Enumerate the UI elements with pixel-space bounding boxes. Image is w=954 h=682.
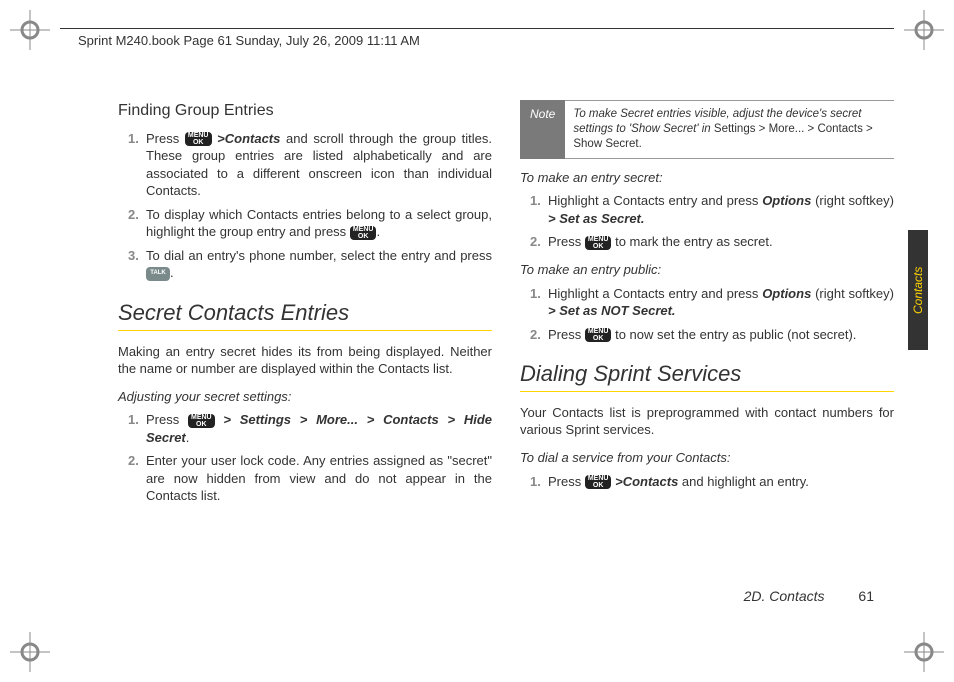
subheading: To make an entry secret: [520, 169, 894, 187]
list-number: 1. [128, 411, 146, 446]
list-item: 1. Press MENUOK > Settings > More... > C… [128, 411, 492, 446]
heading-secret-contacts: Secret Contacts Entries [118, 298, 492, 328]
list-item: 1. Highlight a Contacts entry and press … [530, 285, 894, 320]
subheading: To dial a service from your Contacts: [520, 449, 894, 467]
list-number: 3. [128, 247, 146, 282]
menu-ok-key-icon: MENUOK [585, 236, 612, 250]
list-item: 2. Press MENUOK to mark the entry as sec… [530, 233, 894, 251]
note-body: To make Secret entries visible, adjust t… [565, 100, 894, 159]
dial-service-list: 1. Press MENUOK >Contacts and highlight … [530, 473, 894, 491]
list-number: 1. [128, 130, 146, 200]
crop-mark-icon [904, 10, 944, 50]
secret-settings-list: 1. Press MENUOK > Settings > More... > C… [128, 411, 492, 505]
list-body: Press MENUOK to now set the entry as pub… [548, 326, 894, 344]
page-footer: 2D. Contacts 61 [744, 588, 874, 604]
heading-rule [118, 330, 492, 331]
right-column: Note To make Secret entries visible, adj… [520, 100, 894, 622]
list-body: To display which Contacts entries belong… [146, 206, 492, 241]
list-body: Press MENUOK >Contacts and highlight an … [548, 473, 894, 491]
talk-key-icon: TALK [146, 267, 170, 281]
list-item: 1. Press MENUOK >Contacts and scroll thr… [128, 130, 492, 200]
finding-group-list: 1. Press MENUOK >Contacts and scroll thr… [128, 130, 492, 282]
list-item: 1. Press MENUOK >Contacts and highlight … [530, 473, 894, 491]
list-item: 2. Enter your user lock code. Any entrie… [128, 452, 492, 505]
header-rule [60, 28, 894, 29]
page-content: Finding Group Entries 1. Press MENUOK >C… [118, 100, 894, 622]
heading-rule [520, 391, 894, 392]
list-number: 2. [128, 452, 146, 505]
list-item: 2. Press MENUOK to now set the entry as … [530, 326, 894, 344]
make-secret-list: 1. Highlight a Contacts entry and press … [530, 192, 894, 251]
list-item: 2. To display which Contacts entries bel… [128, 206, 492, 241]
menu-ok-key-icon: MENUOK [185, 132, 212, 146]
crop-mark-icon [10, 632, 50, 672]
menu-ok-key-icon: MENUOK [585, 475, 612, 489]
list-body: Press MENUOK >Contacts and scroll throug… [146, 130, 492, 200]
crop-mark-icon [904, 632, 944, 672]
list-item: 3. To dial an entry's phone number, sele… [128, 247, 492, 282]
subheading: To make an entry public: [520, 261, 894, 279]
make-public-list: 1. Highlight a Contacts entry and press … [530, 285, 894, 344]
note-box: Note To make Secret entries visible, adj… [520, 100, 894, 159]
list-number: 2. [530, 326, 548, 344]
section-tab: Contacts [908, 230, 928, 350]
menu-ok-key-icon: MENUOK [585, 328, 612, 342]
paragraph: Making an entry secret hides its from be… [118, 343, 492, 378]
list-body: Press MENUOK > Settings > More... > Cont… [146, 411, 492, 446]
subheading: Adjusting your secret settings: [118, 388, 492, 406]
menu-ok-key-icon: MENUOK [350, 226, 377, 240]
list-body: Enter your user lock code. Any entries a… [146, 452, 492, 505]
list-body: Highlight a Contacts entry and press Opt… [548, 285, 894, 320]
list-number: 1. [530, 192, 548, 227]
menu-ok-key-icon: MENUOK [188, 414, 215, 428]
left-column: Finding Group Entries 1. Press MENUOK >C… [118, 100, 492, 622]
list-item: 1. Highlight a Contacts entry and press … [530, 192, 894, 227]
list-number: 1. [530, 285, 548, 320]
list-body: Press MENUOK to mark the entry as secret… [548, 233, 894, 251]
paragraph: Your Contacts list is preprogrammed with… [520, 404, 894, 439]
list-body: To dial an entry's phone number, select … [146, 247, 492, 282]
book-header-line: Sprint M240.book Page 61 Sunday, July 26… [78, 33, 420, 48]
list-number: 2. [530, 233, 548, 251]
crop-mark-icon [10, 10, 50, 50]
heading-finding-group: Finding Group Entries [118, 100, 492, 122]
list-number: 1. [530, 473, 548, 491]
note-label: Note [520, 100, 565, 159]
list-number: 2. [128, 206, 146, 241]
footer-section: 2D. Contacts [744, 588, 825, 604]
heading-dialing-sprint: Dialing Sprint Services [520, 359, 894, 389]
footer-page-number: 61 [858, 588, 874, 604]
list-body: Highlight a Contacts entry and press Opt… [548, 192, 894, 227]
